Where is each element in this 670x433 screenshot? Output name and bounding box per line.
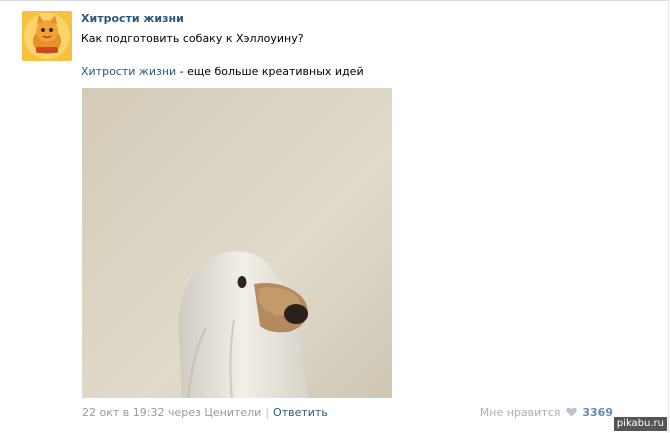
like-label: Мне нравится (479, 406, 561, 419)
meta-separator: | (265, 406, 270, 419)
post-author-link[interactable]: Хитрости жизни (81, 12, 184, 25)
heart-icon (566, 407, 577, 420)
cat-avatar-icon (22, 11, 72, 61)
frame-border-top (0, 0, 668, 1)
post-text: Как подготовить собаку к Хэллоуину? (81, 32, 304, 45)
promo-suffix: - еще больше креативных идей (176, 65, 364, 78)
like-count: 3369 (582, 406, 613, 419)
promo-group-link[interactable]: Хитрости жизни (81, 65, 176, 78)
frame-border-right (668, 0, 669, 433)
post-date[interactable]: 22 окт в 19:32 (82, 406, 164, 419)
pikabu-watermark: pikabu.ru (613, 417, 667, 431)
ghost-dog-photo (82, 88, 392, 398)
post-via: через Ценители (167, 406, 262, 419)
promo-line: Хитрости жизни - еще больше креативных и… (81, 65, 364, 78)
post-photo[interactable] (82, 88, 392, 398)
post-meta: 22 окт в 19:32 через Ценители | Ответить (82, 406, 328, 419)
author-avatar[interactable] (22, 11, 72, 61)
like-button[interactable]: Мне нравится 3369 (480, 406, 613, 420)
reply-link[interactable]: Ответить (273, 406, 328, 419)
